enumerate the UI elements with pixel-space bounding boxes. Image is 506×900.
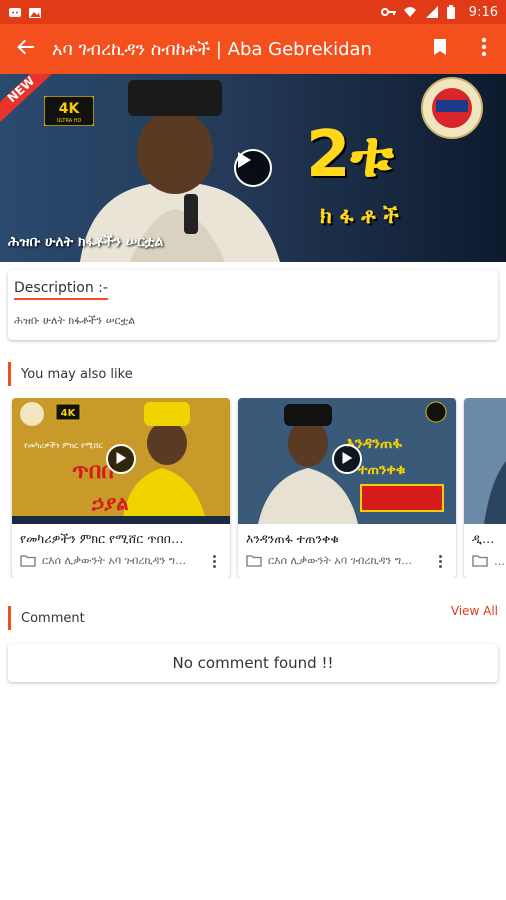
svg-text:4K: 4K (59, 101, 81, 117)
video-thumbnail (464, 398, 506, 524)
bookmark-button[interactable] (418, 24, 462, 74)
signal-icon (425, 5, 439, 19)
description-title: Description :- (14, 280, 108, 300)
play-icon (115, 450, 127, 469)
recommended-video-card[interactable]: እንዳንጠፋ ተጠንቀቁ እንዳንጠፋ ተጠንቀቁ ርእሰ ሊቃውንት አባ ገ… (238, 398, 456, 578)
recommended-heading-label: You may also like (21, 366, 133, 382)
more-vert-icon[interactable] (434, 552, 446, 570)
svg-text:ኃያል: ኃያል (91, 491, 129, 515)
recommended-heading: You may also like (8, 362, 133, 386)
folder-icon (472, 552, 488, 571)
recommended-video-card[interactable]: 4K የመካሪዎችን ምክር የሚሸር ጥበበ ኃያል የመካሪዎችን ምክር … (12, 398, 230, 578)
notification-chat-icon (8, 5, 22, 19)
video-thumbnail: 4K የመካሪዎችን ምክር የሚሸር ጥበበ ኃያል (12, 398, 230, 524)
svg-text:ተጠንቀቁ: ተጠንቀቁ (357, 462, 406, 478)
comment-heading: Comment (8, 606, 85, 630)
play-button[interactable] (106, 444, 136, 474)
video-title: ዲ… (472, 531, 495, 546)
video-caption: ሕዝቡ ሁለት ክፋቶችን ሠርቷል (8, 234, 164, 250)
svg-text:የመካሪዎችን ምክር የሚሸር: የመካሪዎችን ምክር የሚሸር (24, 441, 103, 450)
recommended-list[interactable]: 4K የመካሪዎችን ምክር የሚሸር ጥበበ ኃያል የመካሪዎችን ምክር … (8, 398, 506, 578)
more-options-button[interactable] (462, 24, 506, 74)
folder-icon (246, 552, 262, 571)
recommended-video-card[interactable]: ዲ… … (464, 398, 506, 578)
svg-text:4K: 4K (61, 408, 77, 419)
video-category: … (494, 554, 505, 568)
description-card: Description :- ሕዝቡ ሁለት ክፋቶችን ሠርቷል (8, 270, 498, 340)
more-vert-icon[interactable] (208, 552, 220, 570)
video-title: እንዳንጠፋ ተጠንቀቁ (246, 531, 339, 546)
arrow-left-icon (16, 37, 36, 61)
view-all-comments-link[interactable]: View All (451, 604, 498, 618)
battery-icon (446, 5, 461, 19)
folder-icon (20, 552, 36, 571)
play-button[interactable] (332, 444, 362, 474)
hero-big-subtitle: ክ ፋ ቶ ች (320, 204, 399, 229)
app-bar: አባ ገብረኪዳን ስብከቶች | Aba Gebrekidan (0, 24, 506, 74)
back-button[interactable] (0, 24, 52, 74)
comment-heading-label: Comment (21, 610, 85, 626)
wifi-icon (403, 5, 417, 19)
bookmark-icon (433, 38, 447, 60)
video-category: ርእሰ ሊቃውንት አባ ገብረኪዳን ግ… (42, 554, 187, 567)
video-player[interactable]: NEW 4K ULTRA HD 2ቱ ክ ፋ ቶ ች ሕዝቡ ሁለት ክፋቶችን… (0, 74, 506, 262)
status-bar: 9:16 (0, 0, 506, 24)
play-icon (341, 450, 353, 469)
more-vert-icon (481, 37, 487, 61)
play-button[interactable] (234, 149, 272, 187)
page-title: አባ ገብረኪዳን ስብከቶች | Aba Gebrekidan (52, 38, 372, 60)
comment-empty-text: No comment found !! (172, 654, 334, 672)
description-body: ሕዝቡ ሁለት ክፋቶችን ሠርቷል (14, 314, 136, 327)
comment-empty-state: No comment found !! (8, 644, 498, 682)
notification-image-icon (28, 5, 42, 19)
video-category: ርእሰ ሊቃውንት አባ ገብረኪዳን ግ… (268, 554, 413, 567)
hero-big-number: 2ቱ (306, 118, 394, 192)
vpn-key-icon (380, 5, 396, 19)
svg-text:ULTRA HD: ULTRA HD (57, 118, 82, 124)
video-thumbnail: እንዳንጠፋ ተጠንቀቁ (238, 398, 456, 524)
video-title: የመካሪዎችን ምክር የሚሸር ጥበበ… (20, 531, 184, 546)
status-time: 9:16 (468, 4, 498, 20)
